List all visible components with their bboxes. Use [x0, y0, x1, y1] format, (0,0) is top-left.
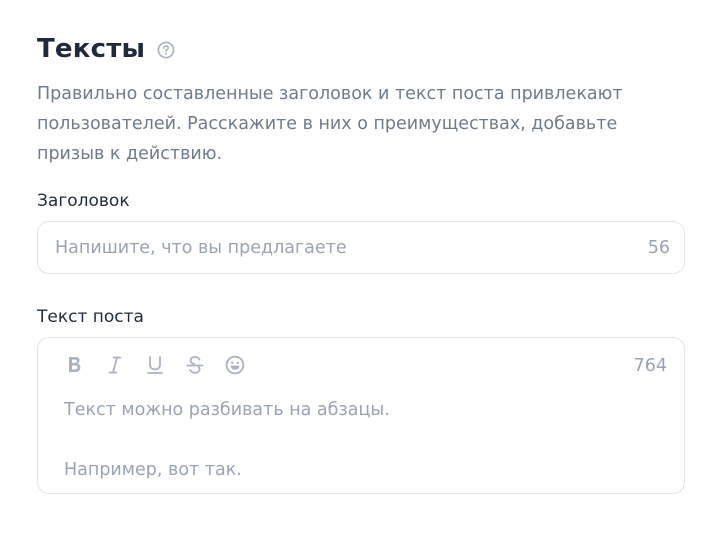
formatting-toolbar — [64, 354, 264, 376]
headline-placeholder: Напишите, что вы предлагаете — [55, 237, 347, 258]
help-icon[interactable] — [157, 41, 175, 59]
headline-char-counter: 56 — [647, 237, 670, 258]
section-header: Тексты — [37, 28, 685, 70]
post-text-placeholder: Текст можно разбивать на абзацы. Наприме… — [64, 395, 390, 485]
bold-icon[interactable] — [64, 354, 86, 376]
section-description: Правильно составленные заголовок и текст… — [37, 84, 623, 164]
italic-icon[interactable] — [104, 354, 126, 376]
placeholder-paragraph-2: Например, вот так. — [64, 460, 242, 480]
post-text-editor[interactable]: 764 Текст можно разбивать на абзацы. Нап… — [37, 337, 685, 494]
headline-input[interactable]: Напишите, что вы предлагаете 56 — [37, 221, 685, 274]
emoji-icon[interactable] — [224, 354, 246, 376]
underline-icon[interactable] — [144, 354, 166, 376]
post-text-label: Текст поста — [37, 307, 144, 327]
section-title: Тексты — [37, 34, 146, 64]
placeholder-paragraph-1: Текст можно разбивать на абзацы. — [64, 400, 390, 420]
strikethrough-icon[interactable] — [184, 354, 206, 376]
headline-label: Заголовок — [37, 191, 130, 211]
post-text-char-counter: 764 — [633, 356, 667, 376]
texts-section: Тексты Правильно составленные заголовок … — [37, 28, 685, 494]
